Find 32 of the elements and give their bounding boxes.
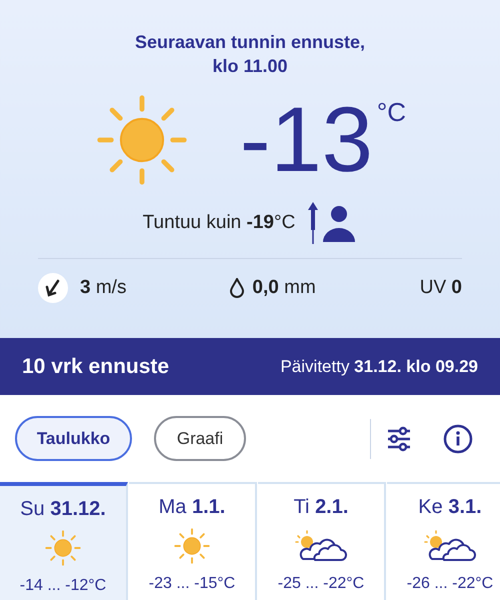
forecast-title: Seuraavan tunnin ennuste, xyxy=(134,31,366,54)
person-with-rocket-icon xyxy=(307,202,358,244)
day-card[interactable]: Ti 2.1. -25 ... -22°C xyxy=(258,482,386,600)
forecast-title: klo 11.00 xyxy=(212,55,288,78)
temperature: -13 xyxy=(240,92,373,188)
drop-icon xyxy=(230,278,244,298)
updated-time: Päivitetty 31.12. klo 09.29 xyxy=(280,356,478,378)
temperature-unit: °C xyxy=(376,96,406,129)
sun-behind-clouds-icon xyxy=(295,530,347,562)
view-tab[interactable]: Taulukko xyxy=(15,416,132,461)
day-label: Ke 3.1. xyxy=(418,495,482,520)
day-label: Ti 2.1. xyxy=(294,495,348,520)
sun-behind-clouds-icon xyxy=(424,530,476,562)
uv-index: UV 0 xyxy=(420,276,462,300)
sun-icon xyxy=(44,529,82,567)
day-card[interactable]: Su 31.12. -14 ... -12°C xyxy=(0,482,128,600)
info-icon[interactable] xyxy=(443,424,473,454)
wind-speed: 3 m/s xyxy=(80,276,126,300)
forecast-bar-title: 10 vrk ennuste xyxy=(22,354,170,380)
view-tab[interactable]: Graafi xyxy=(154,416,246,461)
sun-icon xyxy=(173,527,211,565)
temperature-range: -14 ... -12°C xyxy=(20,576,106,596)
temperature-range: -25 ... -22°C xyxy=(278,574,364,594)
day-label: Ma 1.1. xyxy=(158,495,226,520)
precipitation: 0,0 mm xyxy=(252,276,316,300)
day-label: Su 31.12. xyxy=(20,497,106,522)
temperature-range: -23 ... -15°C xyxy=(148,574,236,594)
temperature-range: -26 ... -22°C xyxy=(406,574,494,594)
settings-icon[interactable] xyxy=(385,424,413,452)
wind-direction-icon xyxy=(38,273,68,303)
feels-like-text: Tuntuu kuin -19°C xyxy=(142,210,296,235)
day-card[interactable]: Ma 1.1. -23 ... -15°C xyxy=(129,482,257,600)
